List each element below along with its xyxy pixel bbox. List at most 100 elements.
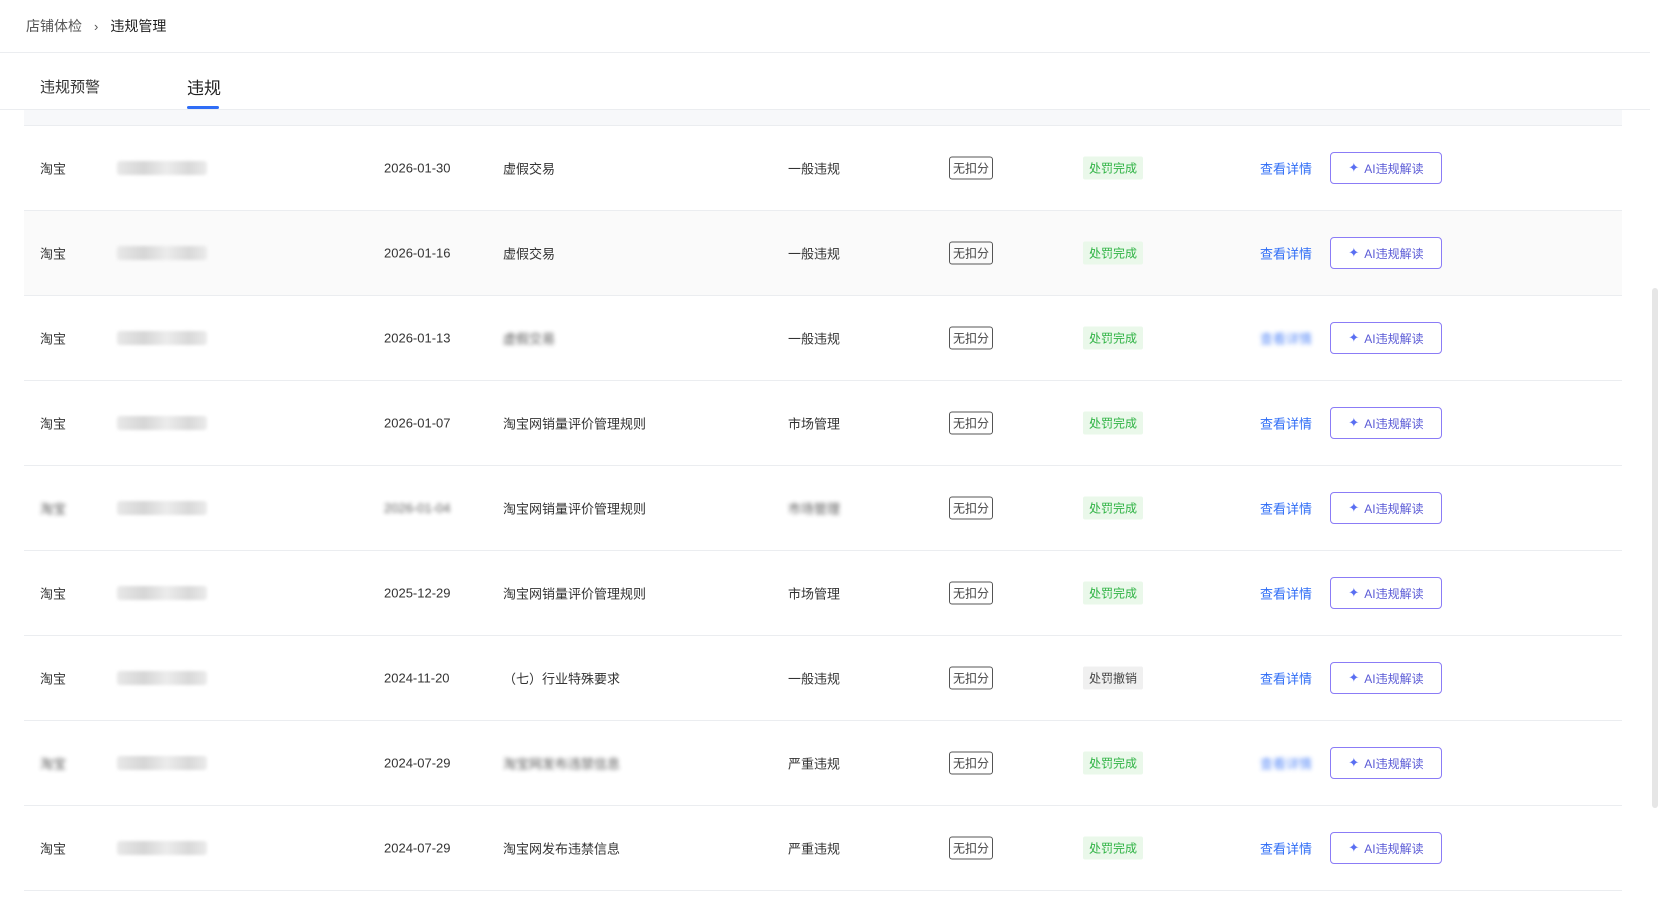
ai-interpret-label: AI违规解读 (1364, 586, 1424, 601)
sparkle-icon: ✦ (1348, 840, 1360, 855)
shop-name-redacted (117, 161, 207, 175)
view-detail-link[interactable]: 查看详情 (1260, 244, 1312, 263)
table-row: 淘宝 2026-01-04 淘宝网销量评价管理规则 市场管理 无扣分 处罚完成 查看详情 ✦ A… (24, 466, 1622, 551)
sparkle-icon: ✦ (1348, 755, 1360, 770)
violation-type: 市场管理 (788, 501, 841, 517)
ai-interpret-label: AI违规解读 (1364, 246, 1424, 261)
status-badge: 处罚撤销 (1083, 666, 1144, 690)
view-detail-link[interactable]: 查看详情 (1260, 159, 1312, 178)
violation-table: 淘宝 2026-01-30 虚假交易 一般违规 无扣分 处罚完成 查看详情 ✦ AI违规解读 淘宝… (24, 110, 1622, 914)
status-badge: 处罚完成 (1083, 581, 1144, 605)
violation-type: 市场管理 (788, 586, 841, 602)
platform-cell: 淘宝 (40, 586, 67, 602)
ai-interpret-button[interactable]: ✦ AI违规解读 (1330, 577, 1442, 609)
ai-interpret-label: AI违规解读 (1364, 671, 1424, 686)
violation-type: 一般违规 (788, 331, 841, 347)
ai-interpret-button[interactable]: ✦ AI违规解读 (1330, 832, 1442, 864)
violation-type: 市场管理 (788, 416, 841, 432)
status-badge: 处罚完成 (1083, 496, 1144, 520)
tab-violation-warning[interactable]: 违规预警 (40, 76, 100, 97)
table-header-strip (24, 110, 1622, 126)
violation-rule: 淘宝网销量评价管理规则 (503, 501, 647, 517)
ai-interpret-button[interactable]: ✦ AI违规解读 (1330, 407, 1442, 439)
violation-rule: 虚假交易 (503, 246, 556, 262)
violation-type: 一般违规 (788, 161, 841, 177)
status-badge: 处罚完成 (1083, 156, 1144, 180)
violation-rule: 虚假交易 (503, 161, 556, 177)
ai-interpret-label: AI违规解读 (1364, 416, 1424, 431)
view-detail-link[interactable]: 查看详情 (1260, 754, 1312, 773)
violation-date: 2026-01-07 (384, 415, 451, 431)
sparkle-icon: ✦ (1348, 585, 1360, 600)
view-detail-link[interactable]: 查看详情 (1260, 499, 1312, 518)
ai-interpret-label: AI违规解读 (1364, 501, 1424, 516)
breadcrumb-parent-link[interactable]: 店铺体检 (26, 16, 82, 36)
score-badge: 无扣分 (949, 836, 994, 860)
violation-rule: 淘宝网发布违禁信息 (503, 756, 621, 772)
violation-date: 2024-07-29 (384, 755, 451, 771)
breadcrumb: 店铺体检 › 违规管理 (26, 16, 166, 36)
view-detail-link[interactable]: 查看详情 (1260, 329, 1312, 348)
ai-interpret-button[interactable]: ✦ AI违规解读 (1330, 662, 1442, 694)
vertical-scrollbar[interactable] (1652, 288, 1658, 808)
score-badge: 无扣分 (949, 241, 994, 265)
table-row: 淘宝 2026-01-07 淘宝网销量评价管理规则 市场管理 无扣分 处罚完成 查看详情 ✦ A… (24, 381, 1622, 466)
violation-date: 2026-01-16 (384, 245, 451, 261)
violation-rule: （七）行业特殊要求 (503, 671, 621, 687)
shop-name-redacted (117, 756, 207, 770)
ai-interpret-button[interactable]: ✦ AI违规解读 (1330, 322, 1442, 354)
violation-type: 严重违规 (788, 756, 841, 772)
sparkle-icon: ✦ (1348, 500, 1360, 515)
violation-type: 一般违规 (788, 246, 841, 262)
table-row: 淘宝 2025-12-29 淘宝网销量评价管理规则 市场管理 无扣分 处罚完成 查看详情 ✦ A… (24, 551, 1622, 636)
view-detail-link[interactable]: 查看详情 (1260, 584, 1312, 603)
shop-name-redacted (117, 501, 207, 515)
violation-date: 2026-01-04 (384, 500, 451, 516)
ai-interpret-label: AI违规解读 (1364, 756, 1424, 771)
status-badge: 处罚完成 (1083, 836, 1144, 860)
score-badge: 无扣分 (949, 411, 994, 435)
score-badge: 无扣分 (949, 496, 994, 520)
platform-cell: 淘宝 (40, 331, 67, 347)
ai-interpret-button[interactable]: ✦ AI违规解读 (1330, 152, 1442, 184)
view-detail-link[interactable]: 查看详情 (1260, 669, 1312, 688)
violation-date: 2025-12-29 (384, 585, 451, 601)
platform-cell: 淘宝 (40, 671, 67, 687)
violation-type: 一般违规 (788, 671, 841, 687)
score-badge: 无扣分 (949, 751, 994, 775)
table-row: 淘宝 2024-07-29 淘宝网发布违禁信息 严重违规 无扣分 处罚完成 查看详情 ✦ AI违… (24, 721, 1622, 806)
ai-interpret-label: AI违规解读 (1364, 331, 1424, 346)
sparkle-icon: ✦ (1348, 330, 1360, 345)
tab-bar: 违规预警 违规 (0, 52, 1650, 110)
shop-name-redacted (117, 246, 207, 260)
chevron-right-icon: › (94, 18, 99, 34)
ai-interpret-button[interactable]: ✦ AI违规解读 (1330, 747, 1442, 779)
status-badge: 处罚完成 (1083, 411, 1144, 435)
ai-interpret-button[interactable]: ✦ AI违规解读 (1330, 492, 1442, 524)
status-badge: 处罚完成 (1083, 241, 1144, 265)
table-row: 淘宝 2026-01-16 虚假交易 一般违规 无扣分 处罚完成 查看详情 ✦ AI违规解读 (24, 211, 1622, 296)
platform-cell: 淘宝 (40, 416, 67, 432)
table-row: 淘宝 2024-07-29 淘宝网发布违禁信息 严重违规 无扣分 处罚完成 查看详情 ✦ AI违… (24, 806, 1622, 891)
view-detail-link[interactable]: 查看详情 (1260, 414, 1312, 433)
violation-date: 2026-01-30 (384, 160, 451, 176)
platform-cell: 淘宝 (40, 246, 67, 262)
sparkle-icon: ✦ (1348, 160, 1360, 175)
status-badge: 处罚完成 (1083, 751, 1144, 775)
tab-violation[interactable]: 违规 (187, 74, 221, 99)
violation-type: 严重违规 (788, 841, 841, 857)
ai-interpret-button[interactable]: ✦ AI违规解读 (1330, 237, 1442, 269)
score-badge: 无扣分 (949, 156, 994, 180)
violation-date: 2024-07-29 (384, 840, 451, 856)
violation-rule: 虚假交易 (503, 331, 556, 347)
table-row: 淘宝 2026-01-13 虚假交易 一般违规 无扣分 处罚完成 查看详情 ✦ AI违规解读 (24, 296, 1622, 381)
score-badge: 无扣分 (949, 326, 994, 350)
shop-name-redacted (117, 331, 207, 345)
sparkle-icon: ✦ (1348, 245, 1360, 260)
sparkle-icon: ✦ (1348, 415, 1360, 430)
violation-rule: 淘宝网销量评价管理规则 (503, 586, 647, 602)
shop-name-redacted (117, 586, 207, 600)
view-detail-link[interactable]: 查看详情 (1260, 839, 1312, 858)
table-row: 淘宝 2026-01-30 虚假交易 一般违规 无扣分 处罚完成 查看详情 ✦ AI违规解读 (24, 126, 1622, 211)
violation-date: 2024-11-20 (384, 670, 450, 686)
